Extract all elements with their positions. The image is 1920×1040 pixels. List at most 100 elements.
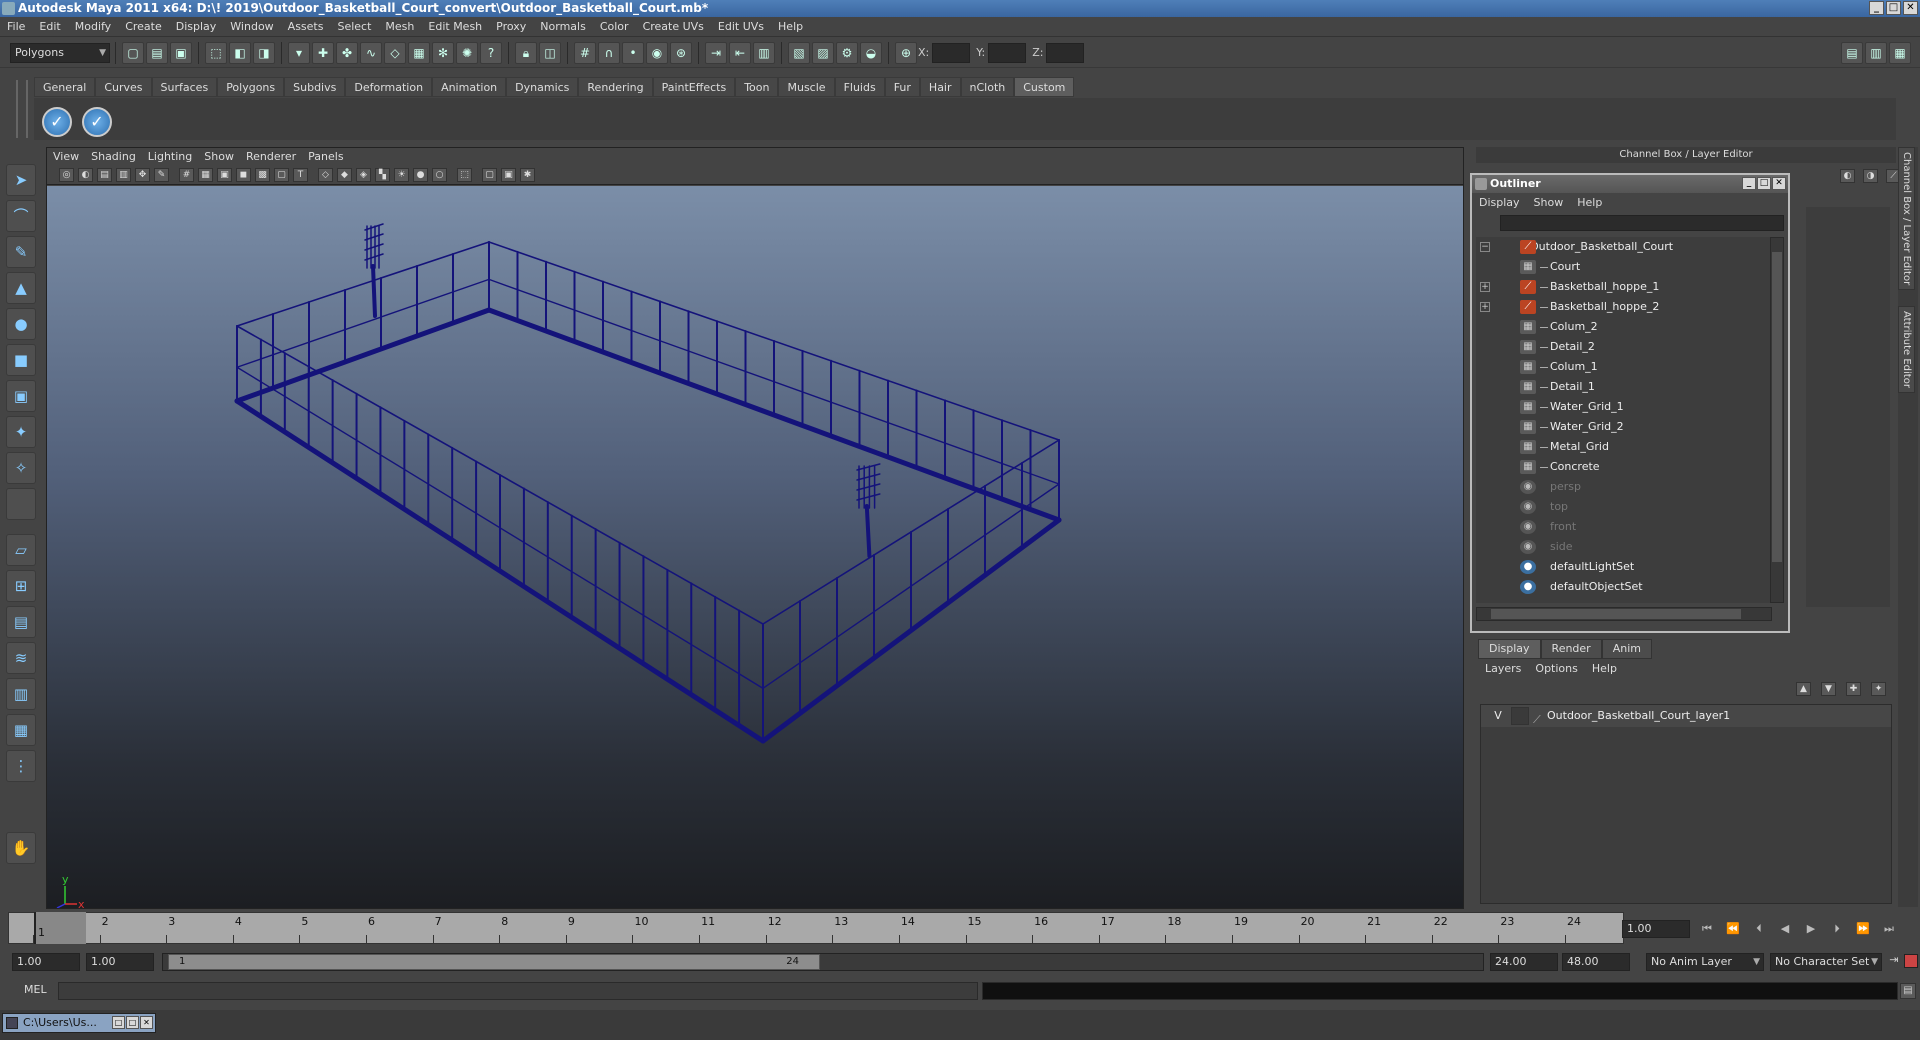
start-time-field[interactable]: 1.00 xyxy=(12,953,80,971)
persp-graph-layout-icon[interactable]: ≋ xyxy=(6,642,36,674)
paint-select-tool-icon[interactable]: ✎ xyxy=(6,236,36,268)
show-manipulator-icon[interactable]: ✧ xyxy=(6,452,36,484)
snap-to-curve-icon[interactable]: ∩ xyxy=(598,41,620,64)
select-tool-icon[interactable]: ➤ xyxy=(6,164,36,196)
move-layer-up-icon[interactable]: ▲ xyxy=(1796,682,1811,696)
outliner-minimize-button[interactable]: _ xyxy=(1742,177,1756,190)
make-live-icon[interactable]: ⊛ xyxy=(670,41,692,64)
time-slider[interactable]: 123456789101112131415161718192021222324 xyxy=(8,912,1624,944)
snap-to-point-icon[interactable]: • xyxy=(622,41,644,64)
shelf-tab-ncloth[interactable]: nCloth xyxy=(960,77,1015,97)
shelf-tab-surfaces[interactable]: Surfaces xyxy=(151,77,218,97)
shelf-tab-subdivs[interactable]: Subdivs xyxy=(284,77,346,97)
toggle-attribute-editor-icon[interactable]: ▤ xyxy=(1841,41,1863,64)
select-rendering-icon[interactable]: ✺ xyxy=(456,41,478,64)
transform-mode-icon[interactable]: ⊕ xyxy=(895,41,917,64)
shelf-tab-fur[interactable]: Fur xyxy=(884,77,920,97)
hud-icon[interactable]: ✱ xyxy=(520,168,535,182)
outliner-item[interactable]: ▦ Colum_2 xyxy=(1476,317,1772,337)
shelf-tab-deformation[interactable]: Deformation xyxy=(345,77,433,97)
expand-toggle-icon[interactable]: + xyxy=(1480,302,1490,312)
render-settings-icon[interactable]: ⚙ xyxy=(836,41,858,64)
lock-selection-icon[interactable]: 🔒︎ xyxy=(515,41,537,64)
x-ray-joints-icon[interactable]: ▣ xyxy=(501,168,516,182)
layer-menu-options[interactable]: Options xyxy=(1528,660,1584,678)
select-misc-icon[interactable]: ? xyxy=(480,41,502,64)
shelf-tab-polygons[interactable]: Polygons xyxy=(217,77,285,97)
command-language-label[interactable]: MEL xyxy=(24,983,47,996)
shelf-grip-icon[interactable] xyxy=(16,80,28,138)
menu-assets[interactable]: Assets xyxy=(281,17,331,37)
construction-history-icon[interactable]: ▥ xyxy=(753,41,775,64)
select-handles-icon[interactable]: ✚ xyxy=(312,41,334,64)
safe-title-icon[interactable]: T xyxy=(293,168,308,182)
textured-icon[interactable]: ▚ xyxy=(375,168,390,182)
outliner-item[interactable]: ▦ Court xyxy=(1476,257,1772,277)
minimize-button[interactable]: _ xyxy=(1869,1,1884,15)
layer-visibility-toggle[interactable]: V xyxy=(1489,707,1507,725)
new-layer-from-selected-icon[interactable]: ✦ xyxy=(1871,682,1886,696)
close-button[interactable]: ✕ xyxy=(140,1016,153,1029)
wireframe-on-shaded-icon[interactable]: ◈ xyxy=(356,168,371,182)
shelf-tab-curves[interactable]: Curves xyxy=(95,77,152,97)
bookmarks-icon[interactable]: ▤ xyxy=(97,168,112,182)
layer-tab-anim[interactable]: Anim xyxy=(1601,639,1652,659)
select-curves-icon[interactable]: ∿ xyxy=(360,41,382,64)
menu-window[interactable]: Window xyxy=(223,17,280,37)
current-time-field[interactable]: 1.00 xyxy=(1622,920,1690,938)
rotate-tool-icon[interactable]: ● xyxy=(6,308,36,340)
move-tool-icon[interactable]: ▲ xyxy=(6,272,36,304)
viewport-3d-canvas[interactable]: y x persp xyxy=(47,186,1463,908)
camera-attributes-icon[interactable]: ◐ xyxy=(78,168,93,182)
use-all-lights-icon[interactable]: ☀ xyxy=(394,168,409,182)
minimized-window-item[interactable]: C:\Users\Us... □ □ ✕ xyxy=(2,1013,156,1033)
shelf-tab-animation[interactable]: Animation xyxy=(432,77,507,97)
outliner-vertical-scrollbar[interactable] xyxy=(1770,237,1784,603)
select-deformations-icon[interactable]: ▦ xyxy=(408,41,430,64)
range-slider-thumb[interactable]: 1 24 xyxy=(168,954,820,970)
toolbox-more-icon[interactable]: ⋮ xyxy=(6,750,36,782)
image-plane-icon[interactable]: ▥ xyxy=(116,168,131,182)
viewport-menu-panels[interactable]: Panels xyxy=(302,148,349,166)
x-field[interactable] xyxy=(932,42,971,63)
shelf-tab-hair[interactable]: Hair xyxy=(919,77,961,97)
select-dynamics-icon[interactable]: ✻ xyxy=(432,41,454,64)
quick-layout-icon[interactable]: ✋ xyxy=(6,832,36,864)
open-scene-icon[interactable]: ▤ xyxy=(146,41,168,64)
menu-select[interactable]: Select xyxy=(330,17,378,37)
shelf-tab-toon[interactable]: Toon xyxy=(735,77,779,97)
menu-edit[interactable]: Edit xyxy=(32,17,67,37)
outliner-horizontal-scrollbar[interactable] xyxy=(1476,607,1772,621)
shelf-tab-painteffects[interactable]: PaintEffects xyxy=(652,77,736,97)
shadows-icon[interactable]: ● xyxy=(413,168,428,182)
outliner-item[interactable]: + ⟋ Basketball_hoppe_2 xyxy=(1476,297,1772,317)
custom-shelf-checkmark-icon[interactable]: ✓ xyxy=(82,107,112,137)
outliner-item[interactable]: ▦ Water_Grid_1 xyxy=(1476,397,1772,417)
isolate-select-icon[interactable]: ⬚ xyxy=(457,168,472,182)
play-forwards-icon[interactable]: ▶ xyxy=(1800,920,1822,938)
smooth-shade-icon[interactable]: ◆ xyxy=(337,168,352,182)
shelf-tab-fluids[interactable]: Fluids xyxy=(834,77,885,97)
menu-display[interactable]: Display xyxy=(169,17,224,37)
go-to-end-icon[interactable]: ⏭ xyxy=(1878,920,1900,938)
anim-layer-dropdown[interactable]: No Anim Layer ▼ xyxy=(1646,953,1764,971)
hypershade-layout-icon[interactable]: ▥ xyxy=(6,678,36,710)
default-lighting-icon[interactable]: ○ xyxy=(432,168,447,182)
outliner-item[interactable]: ▦ Metal_Grid xyxy=(1476,437,1772,457)
outliner-menu-display[interactable]: Display xyxy=(1472,193,1527,213)
input-connections-icon[interactable]: ⇥ xyxy=(705,41,727,64)
script-editor-icon[interactable]: ▤ xyxy=(1900,983,1916,999)
animation-preferences-icon[interactable] xyxy=(1904,954,1918,968)
outliner-close-button[interactable]: ✕ xyxy=(1772,177,1786,190)
menu-edit-uvs[interactable]: Edit UVs xyxy=(711,17,771,37)
render-current-frame-icon[interactable]: ▧ xyxy=(788,41,810,64)
select-surfaces-icon[interactable]: ◇ xyxy=(384,41,406,64)
outliner-title-bar[interactable]: Outliner _ □ ✕ xyxy=(1472,175,1788,193)
select-by-component-icon[interactable]: ◨ xyxy=(253,41,275,64)
menuset-dropdown[interactable]: Polygons ▼ xyxy=(10,42,110,63)
manipulator-tool-icon[interactable]: ▣ xyxy=(6,380,36,412)
select-camera-icon[interactable]: ◎ xyxy=(59,168,74,182)
z-field[interactable] xyxy=(1046,42,1085,63)
outliner-item[interactable]: ● defaultLightSet xyxy=(1476,557,1772,577)
outliner-item[interactable]: − ⟋ Outdoor_Basketball_Court xyxy=(1476,237,1772,257)
